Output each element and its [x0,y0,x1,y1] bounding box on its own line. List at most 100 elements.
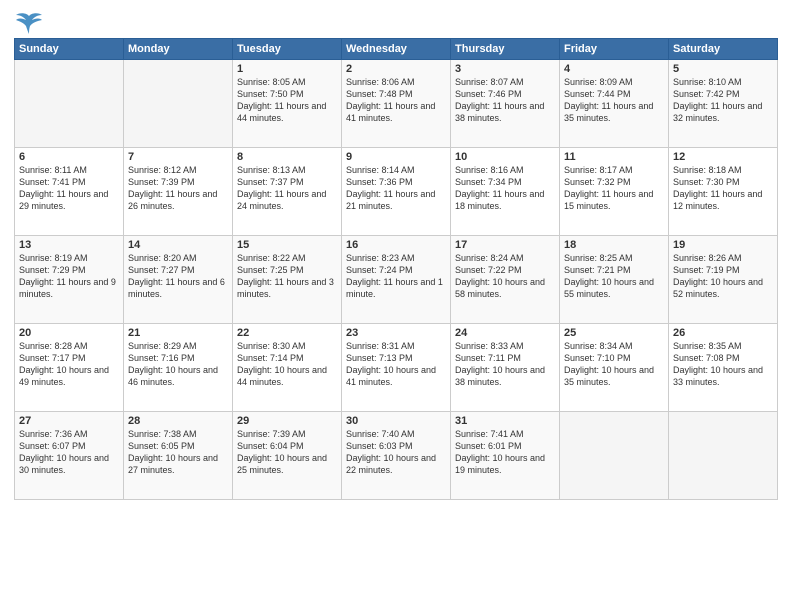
calendar-cell: 27Sunrise: 7:36 AM Sunset: 6:07 PM Dayli… [15,412,124,500]
calendar-cell: 8Sunrise: 8:13 AM Sunset: 7:37 PM Daylig… [233,148,342,236]
calendar-cell: 3Sunrise: 8:07 AM Sunset: 7:46 PM Daylig… [451,60,560,148]
day-content: Sunrise: 7:41 AM Sunset: 6:01 PM Dayligh… [455,428,555,477]
day-number: 21 [128,327,228,339]
day-content: Sunrise: 8:31 AM Sunset: 7:13 PM Dayligh… [346,340,446,389]
day-content: Sunrise: 8:28 AM Sunset: 7:17 PM Dayligh… [19,340,119,389]
calendar-cell [15,60,124,148]
day-content: Sunrise: 8:16 AM Sunset: 7:34 PM Dayligh… [455,164,555,213]
day-number: 6 [19,151,119,163]
calendar-week-row: 1Sunrise: 8:05 AM Sunset: 7:50 PM Daylig… [15,60,778,148]
day-number: 25 [564,327,664,339]
day-number: 12 [673,151,773,163]
day-number: 22 [237,327,337,339]
day-content: Sunrise: 8:05 AM Sunset: 7:50 PM Dayligh… [237,76,337,125]
day-number: 10 [455,151,555,163]
calendar-cell: 24Sunrise: 8:33 AM Sunset: 7:11 PM Dayli… [451,324,560,412]
day-content: Sunrise: 8:25 AM Sunset: 7:21 PM Dayligh… [564,252,664,301]
day-number: 27 [19,415,119,427]
day-number: 13 [19,239,119,251]
calendar-cell: 21Sunrise: 8:29 AM Sunset: 7:16 PM Dayli… [124,324,233,412]
calendar-cell: 6Sunrise: 8:11 AM Sunset: 7:41 PM Daylig… [15,148,124,236]
calendar-cell: 18Sunrise: 8:25 AM Sunset: 7:21 PM Dayli… [560,236,669,324]
calendar-cell: 23Sunrise: 8:31 AM Sunset: 7:13 PM Dayli… [342,324,451,412]
weekday-header: Saturday [669,39,778,60]
day-content: Sunrise: 8:10 AM Sunset: 7:42 PM Dayligh… [673,76,773,125]
calendar-cell: 30Sunrise: 7:40 AM Sunset: 6:03 PM Dayli… [342,412,451,500]
day-content: Sunrise: 8:26 AM Sunset: 7:19 PM Dayligh… [673,252,773,301]
day-number: 30 [346,415,446,427]
day-content: Sunrise: 8:13 AM Sunset: 7:37 PM Dayligh… [237,164,337,213]
calendar-cell: 13Sunrise: 8:19 AM Sunset: 7:29 PM Dayli… [15,236,124,324]
calendar-cell: 1Sunrise: 8:05 AM Sunset: 7:50 PM Daylig… [233,60,342,148]
day-content: Sunrise: 8:19 AM Sunset: 7:29 PM Dayligh… [19,252,119,301]
day-number: 24 [455,327,555,339]
calendar-cell: 2Sunrise: 8:06 AM Sunset: 7:48 PM Daylig… [342,60,451,148]
calendar-cell: 28Sunrise: 7:38 AM Sunset: 6:05 PM Dayli… [124,412,233,500]
calendar-week-row: 13Sunrise: 8:19 AM Sunset: 7:29 PM Dayli… [15,236,778,324]
day-number: 18 [564,239,664,251]
day-content: Sunrise: 8:30 AM Sunset: 7:14 PM Dayligh… [237,340,337,389]
day-number: 15 [237,239,337,251]
day-number: 11 [564,151,664,163]
calendar-cell: 10Sunrise: 8:16 AM Sunset: 7:34 PM Dayli… [451,148,560,236]
day-content: Sunrise: 8:35 AM Sunset: 7:08 PM Dayligh… [673,340,773,389]
logo [14,14,42,32]
calendar-cell: 31Sunrise: 7:41 AM Sunset: 6:01 PM Dayli… [451,412,560,500]
day-content: Sunrise: 8:22 AM Sunset: 7:25 PM Dayligh… [237,252,337,301]
day-number: 19 [673,239,773,251]
calendar-cell: 25Sunrise: 8:34 AM Sunset: 7:10 PM Dayli… [560,324,669,412]
day-number: 14 [128,239,228,251]
calendar-cell: 5Sunrise: 8:10 AM Sunset: 7:42 PM Daylig… [669,60,778,148]
day-content: Sunrise: 8:09 AM Sunset: 7:44 PM Dayligh… [564,76,664,125]
calendar-table: SundayMondayTuesdayWednesdayThursdayFrid… [14,38,778,500]
day-content: Sunrise: 8:33 AM Sunset: 7:11 PM Dayligh… [455,340,555,389]
calendar-cell [669,412,778,500]
day-content: Sunrise: 8:29 AM Sunset: 7:16 PM Dayligh… [128,340,228,389]
day-number: 16 [346,239,446,251]
day-content: Sunrise: 7:38 AM Sunset: 6:05 PM Dayligh… [128,428,228,477]
day-number: 7 [128,151,228,163]
weekday-header: Tuesday [233,39,342,60]
day-number: 23 [346,327,446,339]
day-content: Sunrise: 7:40 AM Sunset: 6:03 PM Dayligh… [346,428,446,477]
weekday-header: Sunday [15,39,124,60]
weekday-header: Friday [560,39,669,60]
calendar-week-row: 6Sunrise: 8:11 AM Sunset: 7:41 PM Daylig… [15,148,778,236]
calendar-cell: 22Sunrise: 8:30 AM Sunset: 7:14 PM Dayli… [233,324,342,412]
calendar-header-row: SundayMondayTuesdayWednesdayThursdayFrid… [15,39,778,60]
day-content: Sunrise: 7:36 AM Sunset: 6:07 PM Dayligh… [19,428,119,477]
calendar-cell: 15Sunrise: 8:22 AM Sunset: 7:25 PM Dayli… [233,236,342,324]
day-content: Sunrise: 8:24 AM Sunset: 7:22 PM Dayligh… [455,252,555,301]
day-number: 2 [346,63,446,75]
day-number: 20 [19,327,119,339]
day-number: 31 [455,415,555,427]
day-number: 4 [564,63,664,75]
calendar-cell [124,60,233,148]
day-content: Sunrise: 8:12 AM Sunset: 7:39 PM Dayligh… [128,164,228,213]
calendar-cell: 19Sunrise: 8:26 AM Sunset: 7:19 PM Dayli… [669,236,778,324]
calendar-cell: 14Sunrise: 8:20 AM Sunset: 7:27 PM Dayli… [124,236,233,324]
calendar-cell: 4Sunrise: 8:09 AM Sunset: 7:44 PM Daylig… [560,60,669,148]
day-number: 29 [237,415,337,427]
day-number: 5 [673,63,773,75]
calendar-week-row: 27Sunrise: 7:36 AM Sunset: 6:07 PM Dayli… [15,412,778,500]
day-content: Sunrise: 8:17 AM Sunset: 7:32 PM Dayligh… [564,164,664,213]
calendar-week-row: 20Sunrise: 8:28 AM Sunset: 7:17 PM Dayli… [15,324,778,412]
calendar-cell: 7Sunrise: 8:12 AM Sunset: 7:39 PM Daylig… [124,148,233,236]
day-number: 3 [455,63,555,75]
calendar-cell [560,412,669,500]
calendar-cell: 9Sunrise: 8:14 AM Sunset: 7:36 PM Daylig… [342,148,451,236]
calendar-cell: 26Sunrise: 8:35 AM Sunset: 7:08 PM Dayli… [669,324,778,412]
calendar-cell: 29Sunrise: 7:39 AM Sunset: 6:04 PM Dayli… [233,412,342,500]
weekday-header: Monday [124,39,233,60]
day-number: 28 [128,415,228,427]
calendar-cell: 20Sunrise: 8:28 AM Sunset: 7:17 PM Dayli… [15,324,124,412]
calendar-cell: 12Sunrise: 8:18 AM Sunset: 7:30 PM Dayli… [669,148,778,236]
logo-bird-icon [16,12,42,34]
day-content: Sunrise: 8:34 AM Sunset: 7:10 PM Dayligh… [564,340,664,389]
day-content: Sunrise: 8:20 AM Sunset: 7:27 PM Dayligh… [128,252,228,301]
day-content: Sunrise: 7:39 AM Sunset: 6:04 PM Dayligh… [237,428,337,477]
day-number: 26 [673,327,773,339]
calendar-cell: 11Sunrise: 8:17 AM Sunset: 7:32 PM Dayli… [560,148,669,236]
day-content: Sunrise: 8:06 AM Sunset: 7:48 PM Dayligh… [346,76,446,125]
